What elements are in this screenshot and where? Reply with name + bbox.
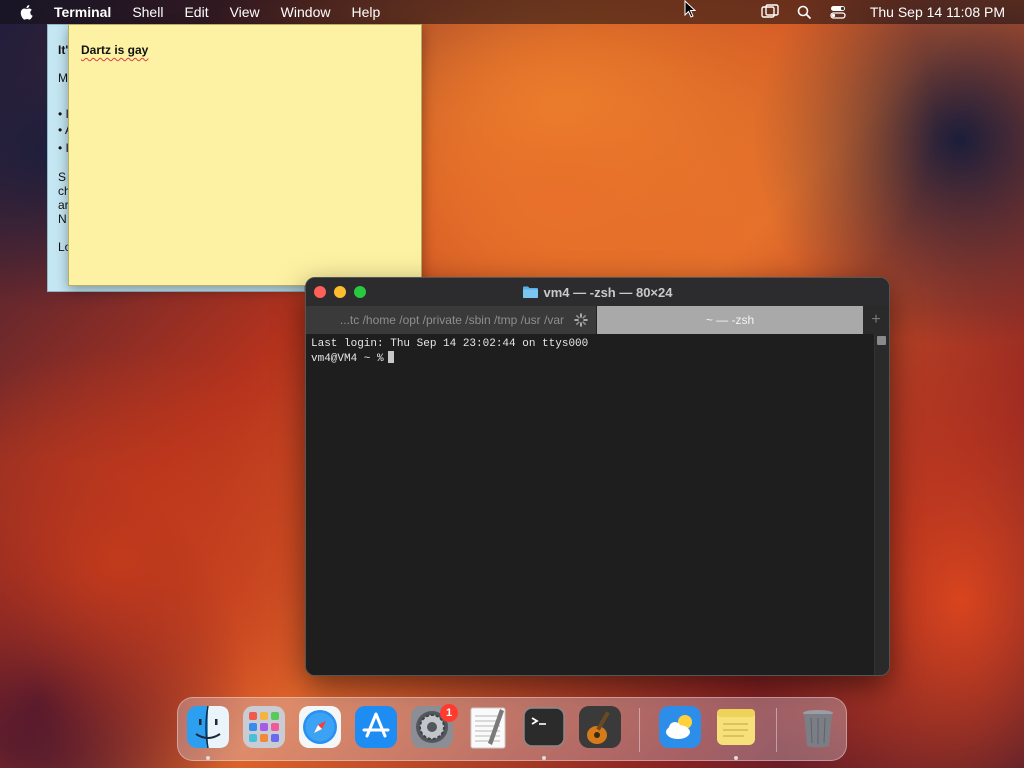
terminal-prompt: vm4@VM4 ~ % bbox=[311, 353, 384, 365]
scrollbar[interactable] bbox=[874, 334, 889, 675]
loading-spinner-icon bbox=[574, 313, 588, 327]
menu-bar: Terminal Shell Edit View Window Help Thu… bbox=[0, 0, 1024, 24]
finder-icon[interactable] bbox=[186, 705, 230, 749]
running-indicator bbox=[734, 756, 738, 760]
textedit-icon[interactable] bbox=[466, 705, 510, 749]
menu-help[interactable]: Help bbox=[351, 4, 380, 20]
control-center-icon[interactable] bbox=[828, 4, 848, 20]
dock bbox=[177, 697, 847, 761]
terminal-output[interactable]: Last login: Thu Sep 14 23:02:44 on ttys0… bbox=[306, 334, 876, 675]
sticky-back-line: M bbox=[58, 71, 68, 85]
sticky-note[interactable]: Dartz is gay bbox=[68, 24, 422, 286]
safari-icon[interactable] bbox=[298, 705, 342, 749]
dock-separator bbox=[639, 708, 640, 752]
tab-active[interactable]: ~ — -zsh bbox=[597, 306, 863, 334]
app-store-icon[interactable] bbox=[354, 705, 398, 749]
close-button[interactable] bbox=[314, 286, 326, 298]
minimize-button[interactable] bbox=[334, 286, 346, 298]
menu-edit[interactable]: Edit bbox=[184, 4, 208, 20]
terminal-icon[interactable] bbox=[522, 705, 566, 749]
tab-label: ...tc /home /opt /private /sbin /tmp /us… bbox=[339, 313, 564, 327]
plus-icon: + bbox=[871, 311, 881, 328]
menu-app-name[interactable]: Terminal bbox=[54, 4, 111, 20]
garageband-icon[interactable] bbox=[578, 705, 622, 749]
apple-menu-icon[interactable] bbox=[18, 3, 36, 21]
window-title: vm4 — -zsh — 80×24 bbox=[543, 284, 673, 300]
running-indicator bbox=[206, 756, 210, 760]
terminal-line: Last login: Thu Sep 14 23:02:44 on ttys0… bbox=[311, 338, 589, 350]
notification-badge: 1 bbox=[440, 704, 458, 722]
sticky-back-line: It' bbox=[58, 43, 69, 57]
terminal-window[interactable]: vm4 — -zsh — 80×24 ...tc /home /opt /pri… bbox=[305, 277, 890, 676]
launchpad-icon[interactable] bbox=[242, 705, 286, 749]
menu-view[interactable]: View bbox=[230, 4, 260, 20]
zoom-button[interactable] bbox=[354, 286, 366, 298]
dock-separator bbox=[776, 708, 777, 752]
running-indicator bbox=[542, 756, 546, 760]
search-icon[interactable] bbox=[794, 4, 814, 20]
scroll-button[interactable] bbox=[877, 336, 886, 345]
mouse-pointer-icon bbox=[684, 0, 697, 18]
new-tab-button[interactable]: + bbox=[863, 306, 889, 334]
menu-clock[interactable]: Thu Sep 14 11:08 PM bbox=[870, 4, 1005, 20]
stickies-icon[interactable] bbox=[714, 705, 758, 749]
sticky-back-line: S bbox=[58, 170, 67, 184]
terminal-titlebar[interactable]: vm4 — -zsh — 80×24 bbox=[306, 278, 889, 306]
folder-icon bbox=[522, 286, 538, 298]
sticky-back-line: N bbox=[58, 212, 67, 226]
sticky-note-text[interactable]: Dartz is gay bbox=[81, 43, 148, 57]
terminal-prompt-line: vm4@VM4 ~ % bbox=[311, 351, 871, 366]
menu-shell[interactable]: Shell bbox=[132, 4, 163, 20]
tab-other[interactable]: ...tc /home /opt /private /sbin /tmp /us… bbox=[306, 306, 597, 334]
menu-window[interactable]: Window bbox=[281, 4, 331, 20]
weather-icon[interactable] bbox=[658, 705, 702, 749]
tab-label: ~ — -zsh bbox=[705, 313, 755, 327]
screen-mirroring-icon[interactable] bbox=[760, 4, 780, 20]
trash-icon[interactable] bbox=[796, 705, 840, 749]
tab-bar: ...tc /home /opt /private /sbin /tmp /us… bbox=[306, 306, 889, 334]
text-cursor bbox=[387, 351, 394, 363]
